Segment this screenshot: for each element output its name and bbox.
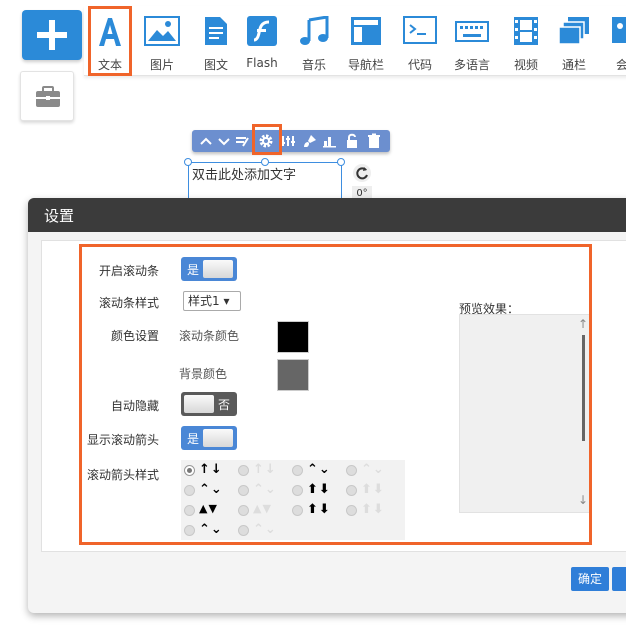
editor-root: 文本 图片 图文 Flash 音乐 导航栏 代码 多语言 视频 通栏 会 双击此… [0, 0, 626, 627]
toolbox-icon [36, 86, 60, 107]
music-icon [300, 16, 329, 45]
tool-flash[interactable]: Flash [236, 6, 288, 76]
cancel-button[interactable] [612, 567, 626, 591]
tool-banner[interactable]: 通栏 [548, 6, 600, 76]
edit-icon[interactable] [234, 133, 250, 149]
settings-highlight [79, 244, 592, 545]
tool-member[interactable]: 会 [600, 6, 626, 76]
down-icon[interactable] [216, 133, 232, 149]
resize-handle[interactable] [261, 158, 269, 166]
component-toolbar: 文本 图片 图文 Flash 音乐 导航栏 代码 多语言 视频 通栏 会 [84, 6, 626, 76]
confirm-button[interactable]: 确定 [571, 567, 609, 591]
trash-icon[interactable] [366, 133, 382, 149]
plus-icon [37, 20, 67, 50]
chart-icon[interactable] [322, 133, 338, 149]
add-button[interactable] [22, 10, 82, 60]
tool-video[interactable]: 视频 [500, 6, 552, 76]
settings-dialog: 设置 开启滚动条 是 滚动条样式 样式1 ▾ 颜色设置 滚动条颜色 背景颜色 自… [28, 198, 626, 613]
layers-icon [558, 17, 589, 45]
member-icon [612, 17, 626, 43]
up-icon[interactable] [198, 133, 214, 149]
gear-highlight [252, 124, 282, 155]
toolbox-button[interactable] [20, 71, 74, 121]
text-icon [99, 18, 121, 46]
navbar-icon [351, 17, 381, 45]
tool-image[interactable]: 图片 [136, 6, 188, 76]
rotate-button[interactable] [353, 164, 371, 182]
unlock-icon[interactable] [344, 133, 360, 149]
brush-icon[interactable] [302, 133, 318, 149]
sliders-icon[interactable] [280, 133, 296, 149]
flash-icon [247, 16, 277, 46]
document-icon [205, 17, 227, 45]
resize-handle[interactable] [337, 158, 345, 166]
tool-text[interactable]: 文本 [88, 6, 132, 76]
resize-handle[interactable] [184, 158, 192, 166]
text-element-content: 双击此处添加文字 [192, 168, 297, 183]
tool-navbar[interactable]: 导航栏 [340, 6, 392, 76]
keyboard-icon [455, 21, 489, 42]
tool-imagetext[interactable]: 图文 [190, 6, 242, 76]
rotate-icon [356, 167, 368, 180]
tool-music[interactable]: 音乐 [288, 6, 340, 76]
video-icon [514, 17, 538, 45]
element-toolbar [192, 130, 390, 152]
text-element[interactable]: 双击此处添加文字 [188, 162, 342, 202]
tool-code[interactable]: 代码 [394, 6, 446, 76]
dialog-title: 设置 [44, 207, 75, 225]
dialog-header[interactable]: 设置 [28, 198, 626, 232]
code-icon [403, 16, 437, 44]
tool-multilang[interactable]: 多语言 [446, 6, 498, 76]
image-icon [144, 16, 180, 46]
